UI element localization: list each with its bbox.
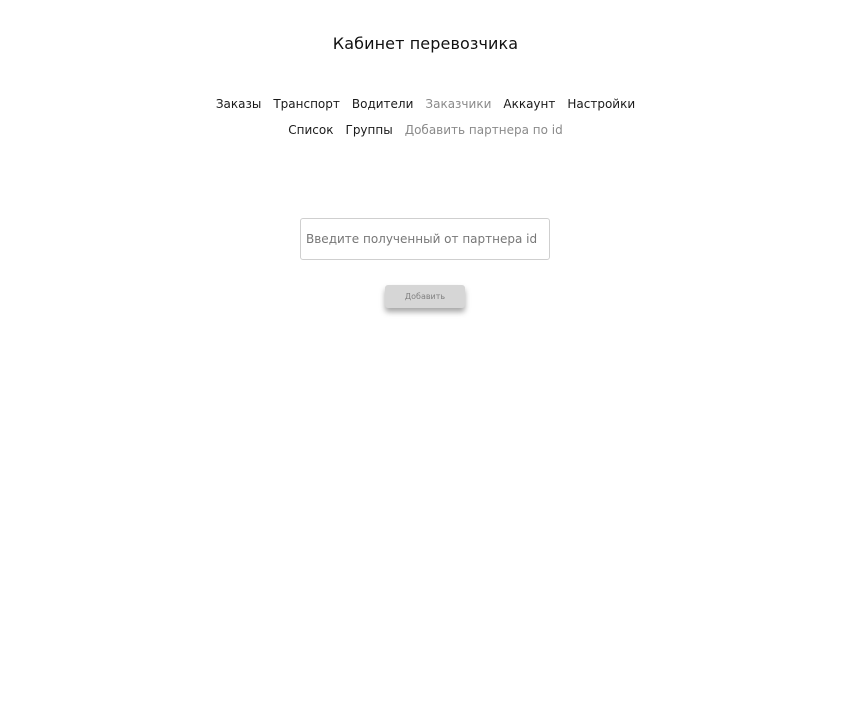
nav-item-drivers[interactable]: Водители <box>352 97 414 111</box>
sub-nav-item-add-partner[interactable]: Добавить партнера по id <box>405 123 563 137</box>
sub-nav: Список Группы Добавить партнера по id <box>0 123 851 137</box>
sub-nav-item-list[interactable]: Список <box>288 123 333 137</box>
main-nav: Заказы Транспорт Водители Заказчики Акка… <box>0 97 851 111</box>
partner-id-input[interactable] <box>300 218 550 260</box>
nav-item-orders[interactable]: Заказы <box>216 97 262 111</box>
add-partner-button[interactable]: Добавить <box>385 285 465 308</box>
nav-item-transport[interactable]: Транспорт <box>273 97 340 111</box>
page-title: Кабинет перевозчика <box>332 34 519 53</box>
nav-item-settings[interactable]: Настройки <box>567 97 635 111</box>
nav-item-account[interactable]: Аккаунт <box>503 97 555 111</box>
sub-nav-item-groups[interactable]: Группы <box>346 123 393 137</box>
nav-item-customers[interactable]: Заказчики <box>425 97 491 111</box>
